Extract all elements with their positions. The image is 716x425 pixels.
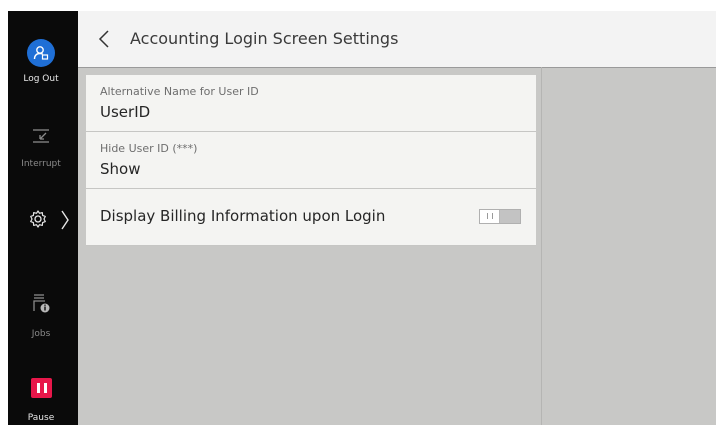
user-logout-icon <box>27 39 55 67</box>
billing-info-toggle[interactable] <box>479 209 521 224</box>
gear-icon <box>30 210 46 228</box>
panel-divider <box>541 67 542 425</box>
interrupt-label: Interrupt <box>21 159 61 169</box>
pause-label: Pause <box>27 413 55 423</box>
settings-list: Alternative Name for User ID UserID Hide… <box>86 75 536 246</box>
setting-value: Show <box>100 160 141 178</box>
toggle-grip-icon <box>487 213 493 219</box>
header-bar: Accounting Login Screen Settings <box>78 11 716 68</box>
interrupt-icon <box>33 129 49 143</box>
pause-icon <box>31 378 52 398</box>
logout-label: Log Out <box>23 74 59 84</box>
jobs-label: Jobs <box>31 329 51 339</box>
page-title: Accounting Login Screen Settings <box>130 29 399 48</box>
sidebar: Log Out Interrupt Jobs Pause <box>8 11 78 425</box>
setting-label: Display Billing Information upon Login <box>100 207 386 225</box>
setting-value: UserID <box>100 103 151 121</box>
toggle-knob <box>480 210 500 223</box>
setting-alternative-name-user-id[interactable]: Alternative Name for User ID UserID <box>86 75 536 132</box>
setting-label: Hide User ID (***) <box>100 142 198 155</box>
app-frame: Log Out Interrupt Jobs Pause Accounting … <box>8 11 716 425</box>
chevron-left-icon[interactable] <box>98 29 110 49</box>
setting-hide-user-id[interactable]: Hide User ID (***) Show <box>86 132 536 189</box>
jobs-icon <box>33 294 50 313</box>
setting-label: Alternative Name for User ID <box>100 85 259 98</box>
setting-display-billing-info: Display Billing Information upon Login <box>86 189 536 246</box>
chevron-right-icon <box>61 210 69 230</box>
